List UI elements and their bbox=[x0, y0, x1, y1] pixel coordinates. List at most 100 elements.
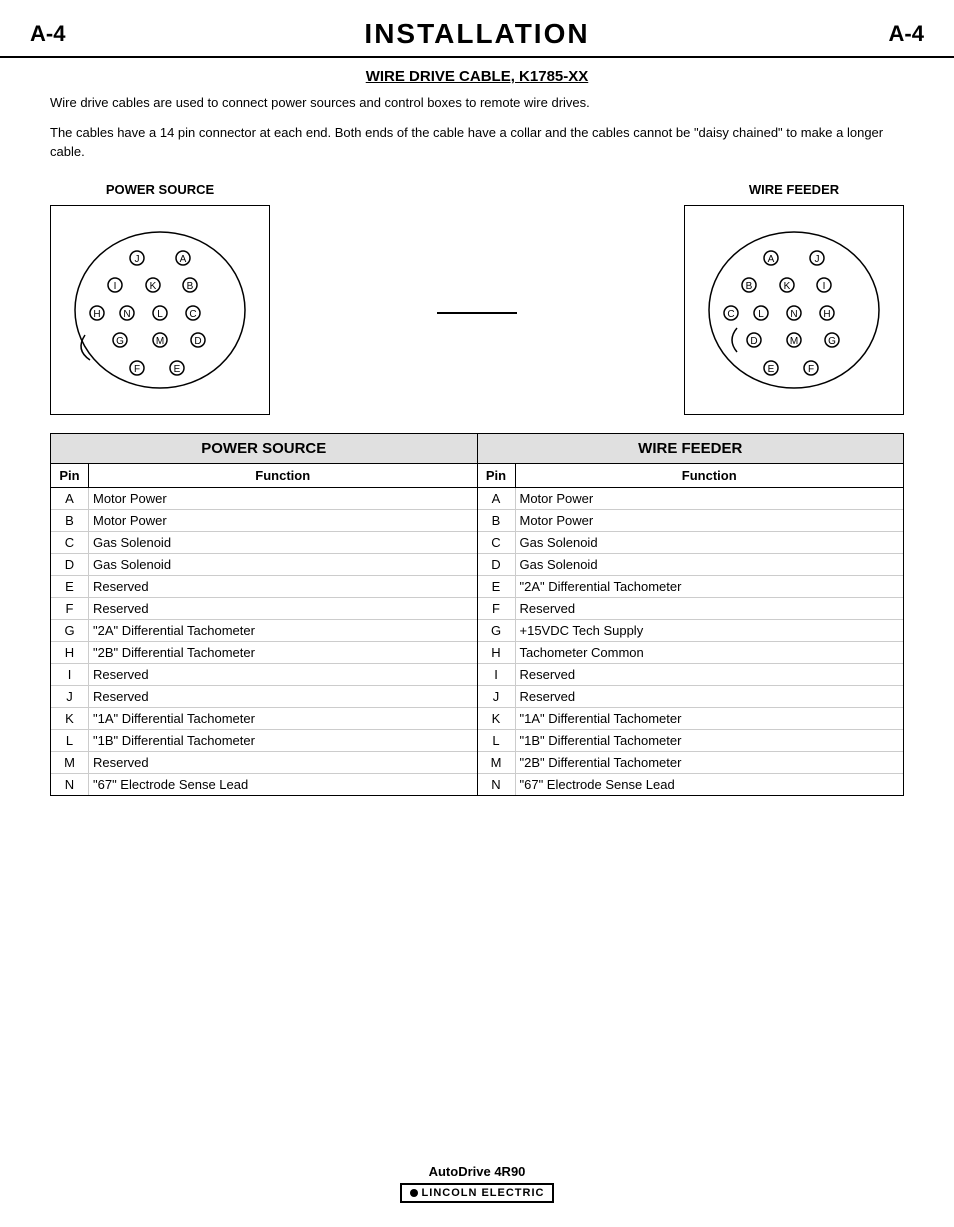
cell-function: Reserved bbox=[89, 576, 477, 597]
svg-text:D: D bbox=[194, 336, 201, 347]
power-source-rows: A Motor Power B Motor Power C Gas Soleno… bbox=[51, 488, 477, 795]
svg-text:B: B bbox=[746, 281, 753, 292]
connector-line bbox=[437, 312, 517, 314]
wire-feeder-diagram: WIRE FEEDER A J B K I bbox=[684, 182, 904, 415]
cell-function: "1B" Differential Tachometer bbox=[89, 730, 477, 751]
table-row: I Reserved bbox=[51, 664, 477, 686]
cell-pin: C bbox=[478, 532, 516, 553]
wire-feeder-svg: A J B K I C L N bbox=[699, 220, 889, 400]
svg-text:J: J bbox=[815, 254, 820, 265]
cell-pin: K bbox=[478, 708, 516, 729]
svg-text:F: F bbox=[134, 364, 140, 375]
cell-pin: J bbox=[478, 686, 516, 707]
cell-function: Motor Power bbox=[89, 488, 477, 509]
svg-text:B: B bbox=[187, 281, 194, 292]
svg-text:I: I bbox=[823, 281, 826, 292]
wire-feeder-col-function: Function bbox=[516, 464, 904, 487]
table-row: D Gas Solenoid bbox=[478, 554, 904, 576]
power-source-table-header: POWER SOURCE bbox=[51, 434, 477, 464]
power-source-col-pin: Pin bbox=[51, 464, 89, 487]
lincoln-electric-logo: LINCOLN ELECTRIC bbox=[400, 1183, 555, 1203]
table-row: C Gas Solenoid bbox=[478, 532, 904, 554]
svg-text:F: F bbox=[808, 364, 814, 375]
cell-function: "1A" Differential Tachometer bbox=[516, 708, 904, 729]
svg-text:H: H bbox=[93, 309, 100, 320]
cell-pin: L bbox=[478, 730, 516, 751]
cell-pin: E bbox=[51, 576, 89, 597]
table-row: G "2A" Differential Tachometer bbox=[51, 620, 477, 642]
page-footer: AutoDrive 4R90 LINCOLN ELECTRIC bbox=[0, 1164, 954, 1203]
table-row: F Reserved bbox=[51, 598, 477, 620]
cell-function: Reserved bbox=[89, 664, 477, 685]
cell-function: "67" Electrode Sense Lead bbox=[516, 774, 904, 795]
cell-pin: A bbox=[51, 488, 89, 509]
wire-feeder-rows: A Motor Power B Motor Power C Gas Soleno… bbox=[478, 488, 904, 795]
lincoln-brand: LINCOLN bbox=[422, 1187, 478, 1199]
cell-pin: M bbox=[51, 752, 89, 773]
section-title: WIRE DRIVE CABLE, K1785-XX bbox=[50, 68, 904, 85]
svg-text:A: A bbox=[180, 254, 187, 265]
cell-function: "2A" Differential Tachometer bbox=[516, 576, 904, 597]
cell-function: Gas Solenoid bbox=[89, 554, 477, 575]
table-row: B Motor Power bbox=[51, 510, 477, 532]
wire-feeder-col-headers: Pin Function bbox=[478, 464, 904, 488]
table-row: K "1A" Differential Tachometer bbox=[51, 708, 477, 730]
svg-text:L: L bbox=[157, 309, 163, 320]
cell-function: "2B" Differential Tachometer bbox=[89, 642, 477, 663]
wire-feeder-table: WIRE FEEDER Pin Function A Motor Power B… bbox=[477, 434, 904, 795]
svg-text:G: G bbox=[828, 336, 836, 347]
page-num-left: A-4 bbox=[30, 21, 65, 47]
table-row: G +15VDC Tech Supply bbox=[478, 620, 904, 642]
svg-text:N: N bbox=[790, 309, 797, 320]
cell-pin: A bbox=[478, 488, 516, 509]
cell-pin: D bbox=[478, 554, 516, 575]
svg-text:E: E bbox=[174, 364, 181, 375]
cell-pin: G bbox=[51, 620, 89, 641]
horiz-line bbox=[437, 312, 517, 314]
wire-feeder-col-pin: Pin bbox=[478, 464, 516, 487]
table-row: B Motor Power bbox=[478, 510, 904, 532]
cell-function: Reserved bbox=[516, 664, 904, 685]
table-row: E "2A" Differential Tachometer bbox=[478, 576, 904, 598]
cell-pin: E bbox=[478, 576, 516, 597]
cell-function: Reserved bbox=[89, 686, 477, 707]
cell-function: "1A" Differential Tachometer bbox=[89, 708, 477, 729]
cell-function: "2B" Differential Tachometer bbox=[516, 752, 904, 773]
page-title: INSTALLATION bbox=[364, 18, 589, 50]
desc-para-1: Wire drive cables are used to connect po… bbox=[50, 93, 904, 113]
cell-function: Gas Solenoid bbox=[516, 554, 904, 575]
cell-function: Gas Solenoid bbox=[516, 532, 904, 553]
svg-text:N: N bbox=[123, 309, 130, 320]
page-num-right: A-4 bbox=[889, 21, 924, 47]
table-row: J Reserved bbox=[478, 686, 904, 708]
table-row: N "67" Electrode Sense Lead bbox=[51, 774, 477, 795]
cell-pin: B bbox=[51, 510, 89, 531]
cell-function: Reserved bbox=[516, 598, 904, 619]
cell-pin: I bbox=[478, 664, 516, 685]
svg-text:C: C bbox=[189, 309, 196, 320]
power-source-diagram-label: POWER SOURCE bbox=[106, 182, 214, 197]
cell-pin: B bbox=[478, 510, 516, 531]
table-row: E Reserved bbox=[51, 576, 477, 598]
cell-function: "2A" Differential Tachometer bbox=[89, 620, 477, 641]
svg-text:J: J bbox=[135, 254, 140, 265]
cell-pin: H bbox=[478, 642, 516, 663]
table-row: N "67" Electrode Sense Lead bbox=[478, 774, 904, 795]
power-source-connector-box: J A I K B H N L bbox=[50, 205, 270, 415]
table-row: F Reserved bbox=[478, 598, 904, 620]
desc-para-2: The cables have a 14 pin connector at ea… bbox=[50, 123, 904, 162]
cell-function: "1B" Differential Tachometer bbox=[516, 730, 904, 751]
cell-function: Reserved bbox=[516, 686, 904, 707]
table-row: J Reserved bbox=[51, 686, 477, 708]
power-source-col-headers: Pin Function bbox=[51, 464, 477, 488]
svg-text:G: G bbox=[116, 336, 124, 347]
table-row: C Gas Solenoid bbox=[51, 532, 477, 554]
table-row: K "1A" Differential Tachometer bbox=[478, 708, 904, 730]
svg-text:K: K bbox=[784, 281, 791, 292]
cell-pin: N bbox=[478, 774, 516, 795]
svg-text:E: E bbox=[768, 364, 775, 375]
cell-pin: M bbox=[478, 752, 516, 773]
svg-text:I: I bbox=[114, 281, 117, 292]
table-row: M "2B" Differential Tachometer bbox=[478, 752, 904, 774]
table-row: H Tachometer Common bbox=[478, 642, 904, 664]
